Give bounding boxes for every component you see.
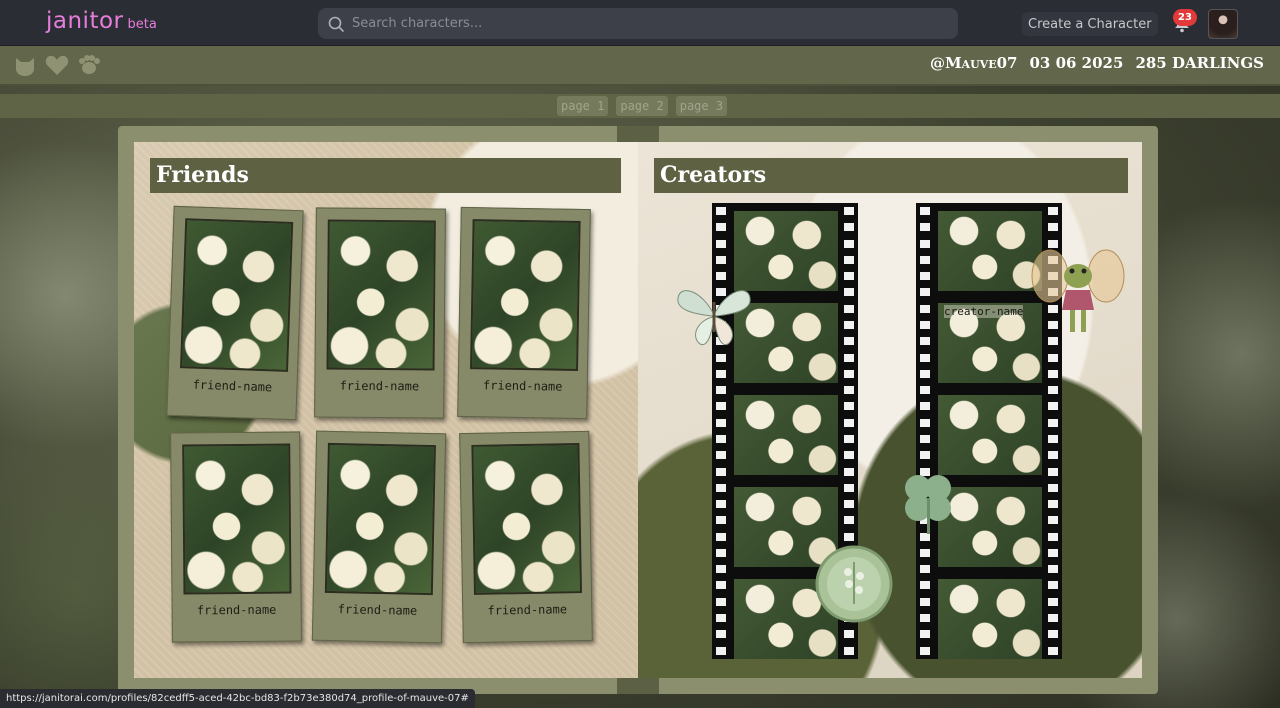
friend-photo <box>326 219 436 371</box>
friend-name[interactable]: friend-name <box>173 602 301 618</box>
logo-beta-tag: beta <box>127 17 157 32</box>
site-logo[interactable]: janitor beta <box>46 8 157 34</box>
profile-icon-group <box>12 52 102 78</box>
butterfly-icon <box>677 290 751 346</box>
friend-card[interactable]: friend-name <box>170 431 302 643</box>
friend-name[interactable]: friend-name <box>168 377 296 395</box>
frog-fairy-icon <box>1031 249 1125 332</box>
joined-date: 03 06 2025 <box>1029 54 1124 72</box>
friend-name[interactable]: friend-name <box>459 378 587 394</box>
friend-card[interactable]: friend-name <box>166 205 304 421</box>
friend-card[interactable]: friend-name <box>311 430 447 644</box>
friend-photo <box>470 219 581 371</box>
friends-page: Friends friend-name friend-name friend-n… <box>134 142 638 678</box>
page-1-button[interactable]: page 1 <box>557 96 609 116</box>
friend-card[interactable]: friend-name <box>457 206 591 420</box>
friend-photo <box>180 218 294 372</box>
paw-icon[interactable] <box>76 52 102 78</box>
friend-photo <box>324 442 436 596</box>
notification-badge[interactable]: 23 <box>1173 9 1197 26</box>
search-input[interactable] <box>352 16 932 31</box>
follower-count: 285 DARLINGS <box>1135 54 1264 72</box>
create-character-button[interactable]: Create a Character <box>1022 12 1158 36</box>
friend-name[interactable]: friend-name <box>463 602 591 618</box>
creator-frame[interactable] <box>734 211 838 291</box>
heart-icon[interactable] <box>44 52 70 78</box>
friend-name[interactable]: friend-name <box>315 378 443 394</box>
top-navbar: janitor beta Create a Character 23 <box>0 0 1280 46</box>
friend-photo <box>471 443 582 595</box>
page-3-button[interactable]: page 3 <box>675 96 728 116</box>
pagination: page 1 page 2 page 3 <box>557 96 728 116</box>
clover-icon <box>905 475 951 534</box>
search-bar[interactable] <box>318 8 958 39</box>
logo-text[interactable]: janitor <box>46 8 124 34</box>
page-2-button[interactable]: page 2 <box>616 96 668 116</box>
creator-frame[interactable] <box>734 395 838 475</box>
friend-card[interactable]: friend-name <box>459 430 593 644</box>
friends-title: Friends <box>150 158 621 193</box>
creators-title: Creators <box>654 158 1128 193</box>
profile-handle: @Mauve07 <box>929 54 1018 72</box>
film-holes <box>920 207 930 655</box>
friend-name[interactable]: friend-name <box>313 602 441 619</box>
creator-name[interactable]: creator-name <box>944 305 1024 318</box>
friend-photo <box>182 443 292 595</box>
search-icon <box>328 16 344 32</box>
film-holes <box>716 207 726 655</box>
creator-frame[interactable] <box>938 211 1042 291</box>
status-bar-url: https://janitorai.com/profiles/82cedff5-… <box>0 689 475 708</box>
creator-frame[interactable] <box>938 579 1042 659</box>
profile-header-bar: @Mauve07 03 06 2025 285 DARLINGS <box>0 46 1280 86</box>
user-avatar[interactable] <box>1208 9 1238 39</box>
profile-stats: @Mauve07 03 06 2025 285 DARLINGS <box>930 54 1264 72</box>
wax-seal-icon <box>815 545 893 623</box>
friend-card[interactable]: friend-name <box>314 207 446 419</box>
creators-page: Creators creator-name <box>638 142 1142 678</box>
cat-icon[interactable] <box>12 52 38 78</box>
